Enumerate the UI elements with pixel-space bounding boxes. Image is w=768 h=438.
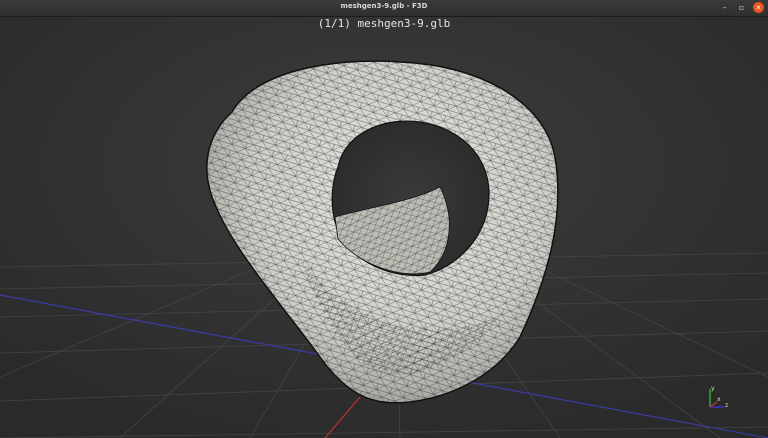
x-axis-arrow — [709, 401, 718, 408]
close-button[interactable]: ✕ — [753, 2, 764, 13]
x-axis-label: x — [717, 396, 721, 403]
maximize-button[interactable]: ▫ — [736, 2, 747, 13]
window-controls: – ▫ ✕ — [719, 2, 764, 13]
y-axis-label: y — [711, 385, 715, 392]
file-label: (1/1) meshgen3-9.glb — [317, 17, 451, 30]
window-title: meshgen3-9.glb - F3D — [340, 2, 428, 10]
orientation-axes-widget: y x z — [700, 385, 734, 415]
title-bar[interactable]: meshgen3-9.glb - F3D – ▫ ✕ — [0, 0, 768, 17]
minimize-button[interactable]: – — [719, 2, 730, 13]
z-axis-label: z — [725, 402, 729, 409]
scene-canvas[interactable] — [0, 17, 768, 438]
3d-viewport[interactable]: (1/1) meshgen3-9.glb y x z — [0, 17, 768, 438]
app-window: meshgen3-9.glb - F3D – ▫ ✕ (1/1) meshgen… — [0, 0, 768, 438]
